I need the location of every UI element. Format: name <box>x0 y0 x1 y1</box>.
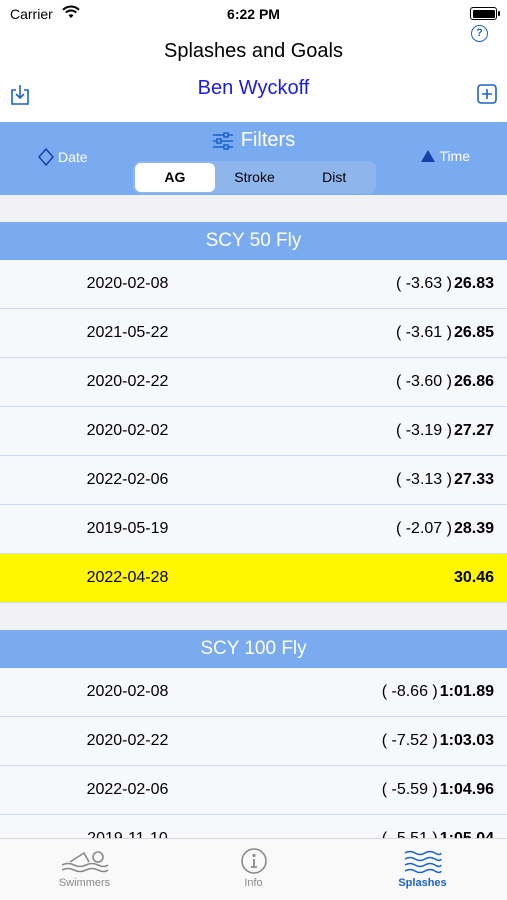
splash-result: ( -2.07 ) 28.39 <box>396 520 494 538</box>
splash-date: 2020-02-08 <box>86 275 169 292</box>
segment-stroke[interactable]: Stroke <box>215 163 295 192</box>
sort-by-time-button[interactable]: Time <box>420 148 470 164</box>
swimmer-name[interactable]: Ben Wyckoff <box>0 77 507 100</box>
splash-date: 2022-04-28 <box>86 569 169 586</box>
swim-time: 1:04.96 <box>439 781 494 798</box>
tab-label: Splashes <box>398 877 447 889</box>
splash-date: 2020-02-08 <box>86 683 169 700</box>
tab-label: Info <box>244 877 263 889</box>
splash-date: 2020-02-22 <box>86 373 169 390</box>
splash-result: ( -5.59 ) 1:04.96 <box>382 781 494 799</box>
table-row[interactable]: 2020-02-08 ( -3.63 ) 26.83 <box>0 260 507 309</box>
table-row[interactable]: 2022-04-28 30.46 <box>0 554 507 603</box>
page-title: Splashes and Goals <box>163 40 343 62</box>
splash-date: 2022-02-06 <box>86 781 169 798</box>
time-difference: ( -5.59 ) <box>381 781 438 798</box>
splash-result: ( -3.13 ) 27.33 <box>396 471 494 489</box>
splash-date: 2022-02-06 <box>86 471 169 488</box>
swim-time: 30.46 <box>453 569 494 586</box>
add-square-icon[interactable] <box>477 84 497 104</box>
section-rows: 2020-02-08 ( -3.63 ) 26.83 2021-05-22 ( -3.6… <box>0 260 507 603</box>
status-time: 6:22 PM <box>227 6 280 22</box>
sliders-icon <box>212 131 233 150</box>
splash-result: ( -7.52 ) 1:03.03 <box>382 732 494 750</box>
swim-time: 26.86 <box>453 373 494 390</box>
swim-time: 27.27 <box>453 422 494 439</box>
tab-bar: Swimmers Info Splashes <box>0 838 507 900</box>
table-row[interactable]: 2020-02-08 ( -8.66 ) 1:01.89 <box>0 668 507 717</box>
battery-icon <box>470 7 500 20</box>
segment-ag[interactable]: AG <box>135 163 215 192</box>
tab-label: Swimmers <box>58 877 111 889</box>
section-header: SCY 50 Fly <box>0 222 507 260</box>
swim-time: 1:03.03 <box>439 732 494 749</box>
segment-dist[interactable]: Dist <box>294 163 374 192</box>
waves-icon <box>404 850 442 874</box>
table-row[interactable]: 2022-02-06 ( -3.13 ) 27.33 <box>0 456 507 505</box>
table-row[interactable]: 2019-05-19 ( -2.07 ) 28.39 <box>0 505 507 554</box>
time-difference: ( -3.63 ) <box>395 275 452 292</box>
info-icon <box>240 848 267 874</box>
splash-date: 2020-02-22 <box>86 732 169 749</box>
splash-result: ( -3.61 ) 26.85 <box>396 324 494 342</box>
time-difference: ( -2.07 ) <box>395 520 452 537</box>
splash-result: ( -3.63 ) 26.83 <box>396 275 494 293</box>
splash-result: ( -3.19 ) 27.27 <box>396 422 494 440</box>
splash-date: 2019-11-10 <box>0 830 255 838</box>
table-row[interactable]: 2020-02-22 ( -7.52 ) 1:03.03 <box>0 717 507 766</box>
swimmer-icon <box>61 851 108 873</box>
time-difference: ( -5.51 ) <box>382 830 438 838</box>
table-row[interactable]: 2019-11-10 ( -5.51 )1:05.04 <box>0 815 507 838</box>
swim-time: 28.39 <box>453 520 494 537</box>
swim-time: 1:01.89 <box>439 683 494 700</box>
table-row[interactable]: 2021-05-22 ( -3.61 ) 26.85 <box>0 309 507 358</box>
splash-date: 2020-02-02 <box>86 422 169 439</box>
swim-time: 26.85 <box>453 324 494 341</box>
time-difference: ( -7.52 ) <box>381 732 438 749</box>
time-difference: ( -3.19 ) <box>395 422 452 439</box>
time-difference: ( -3.61 ) <box>395 324 452 341</box>
table-row[interactable]: 2022-02-06 ( -5.59 ) 1:04.96 <box>0 766 507 815</box>
time-difference: ( -3.60 ) <box>395 373 452 390</box>
table-row[interactable]: 2020-02-02 ( -3.19 ) 27.27 <box>0 407 507 456</box>
tab-info[interactable]: Info <box>169 839 338 900</box>
splashes-list[interactable]: SCY 50 Fly 2020-02-08 ( -3.63 ) 26.83 2021-… <box>0 195 507 838</box>
tab-swimmers[interactable]: Swimmers <box>0 839 169 900</box>
status-bar: Carrier 6:22 PM <box>0 0 507 28</box>
filters-label: Filters <box>240 129 296 151</box>
tab-splashes[interactable]: Splashes <box>338 839 507 900</box>
swim-time: 27.33 <box>453 471 494 488</box>
swim-time: 26.83 <box>453 275 494 292</box>
filter-bar: Date Filters Time AG Stroke Dist <box>0 122 507 195</box>
triangle-up-icon <box>421 150 436 162</box>
time-difference: ( -3.13 ) <box>395 471 452 488</box>
swim-time: 1:05.04 <box>440 830 494 838</box>
splash-date: 2021-05-22 <box>86 324 169 341</box>
group-segmented-control[interactable]: AG Stroke Dist <box>133 161 376 194</box>
splash-date: 2019-05-19 <box>86 520 169 537</box>
section-header: SCY 100 Fly <box>0 630 507 668</box>
time-difference: ( -8.66 ) <box>381 683 438 700</box>
section-rows: 2020-02-08 ( -8.66 ) 1:01.89 2020-02-22 ( -7… <box>0 668 507 838</box>
splash-result: ( -8.66 ) 1:01.89 <box>382 683 494 701</box>
splash-result: ( -5.51 )1:05.04 <box>382 830 494 838</box>
sort-time-label: Time <box>439 148 470 164</box>
table-row[interactable]: 2020-02-22 ( -3.60 ) 26.86 <box>0 358 507 407</box>
splash-result: ( -3.60 ) 26.86 <box>396 373 494 391</box>
splash-result: 30.46 <box>452 569 494 587</box>
